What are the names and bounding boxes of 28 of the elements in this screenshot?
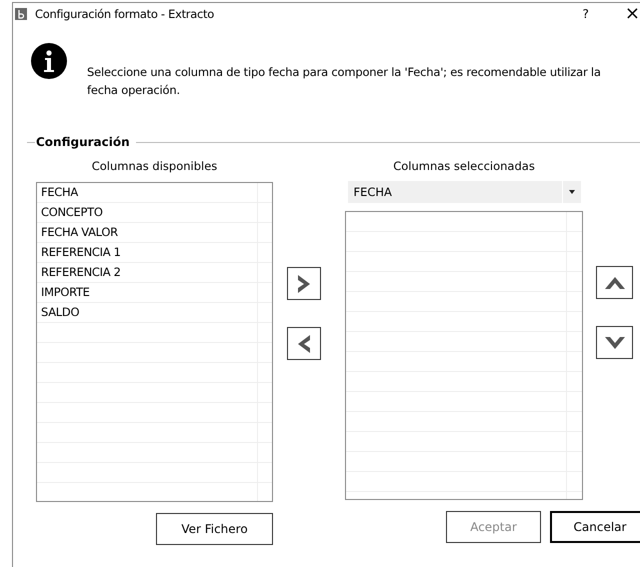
chevron-up-icon <box>604 274 626 290</box>
list-item[interactable]: FECHA <box>37 183 241 202</box>
group-label: Configuración <box>36 135 130 149</box>
help-button[interactable]: ? <box>582 7 589 21</box>
close-button[interactable]: × <box>624 5 640 23</box>
column-heading: Columnas disponibles <box>92 159 218 175</box>
column-heading: Columnas seleccionadas <box>393 159 535 175</box>
chevron-left-icon <box>296 334 312 354</box>
move-right-button[interactable] <box>287 267 321 300</box>
chevron-right-icon <box>296 274 312 294</box>
list-item[interactable]: REFERENCIA 1 <box>37 243 241 262</box>
window-title: Configuración formato - Extracto <box>35 7 214 21</box>
dropdown-caret-icon <box>568 190 574 194</box>
move-up-button[interactable] <box>596 266 633 299</box>
list-item[interactable]: CONCEPTO <box>37 203 241 222</box>
move-down-button[interactable] <box>596 326 633 359</box>
app-icon <box>15 8 27 20</box>
list-item[interactable]: REFERENCIA 2 <box>37 263 241 282</box>
list-item[interactable]: IMPORTE <box>37 283 241 302</box>
list-item[interactable]: SALDO <box>37 303 241 322</box>
view-file-button[interactable]: Ver Fichero <box>156 513 273 545</box>
cancel-button[interactable]: Cancelar <box>550 511 640 543</box>
move-left-button[interactable] <box>287 327 321 360</box>
info-icon <box>31 43 67 79</box>
info-message: Seleccione una columna de tipo fecha para componer la 'Fecha'; es recomendable utilizar la fecha operación. <box>87 64 602 99</box>
list-item[interactable]: FECHA VALOR <box>37 223 241 242</box>
chevron-down-icon <box>604 334 626 350</box>
column-dropdown[interactable]: FECHA <box>348 181 580 203</box>
